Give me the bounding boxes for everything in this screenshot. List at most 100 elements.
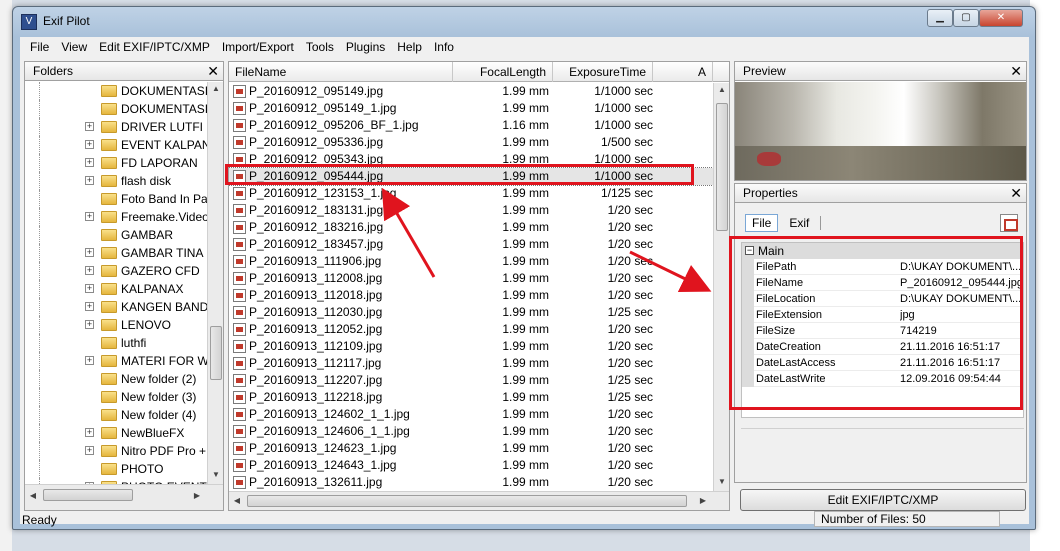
files-scroll-right-icon[interactable]: ▶	[695, 496, 711, 505]
property-row[interactable]: FileName P_20160912_095444.jpg	[742, 275, 1023, 291]
expand-icon[interactable]: +	[85, 356, 94, 365]
folder-item[interactable]: PHOTO	[25, 460, 207, 478]
menu-import-export[interactable]: Import/Export	[216, 37, 300, 57]
file-row[interactable]: P_20160913_112030.jpg 1.99 mm 1/25 sec	[229, 304, 713, 321]
close-window-button[interactable]: ✕	[979, 9, 1023, 27]
file-row[interactable]: P_20160913_112218.jpg 1.99 mm 1/25 sec	[229, 389, 713, 406]
folder-item[interactable]: Foto Band In Pa	[25, 190, 207, 208]
folder-item[interactable]: + EVENT KALPAN	[25, 136, 207, 154]
properties-close-icon[interactable]: ✕	[1010, 184, 1022, 202]
file-row[interactable]: P_20160913_112008.jpg 1.99 mm 1/20 sec	[229, 270, 713, 287]
file-row[interactable]: P_20160913_112117.jpg 1.99 mm 1/20 sec	[229, 355, 713, 372]
menu-plugins[interactable]: Plugins	[340, 37, 391, 57]
file-row[interactable]: P_20160913_124643_1.jpg 1.99 mm 1/20 sec	[229, 457, 713, 474]
expand-icon[interactable]: +	[85, 302, 94, 311]
file-row[interactable]: P_20160912_095343.jpg 1.99 mm 1/1000 sec	[229, 151, 713, 168]
collapse-icon[interactable]: −	[745, 246, 754, 255]
scroll-down-arrow-icon[interactable]: ▼	[208, 470, 224, 479]
folder-item[interactable]: GAMBAR	[25, 226, 207, 244]
files-scroll-up-icon[interactable]: ▲	[714, 85, 729, 94]
menu-info[interactable]: Info	[428, 37, 460, 57]
folders-scroll-thumb[interactable]	[210, 326, 222, 380]
folder-item[interactable]: + NewBlueFX	[25, 424, 207, 442]
folders-horizontal-scrollbar[interactable]: ◀ ▶	[25, 484, 223, 510]
file-row[interactable]: P_20160912_095149_1.jpg 1.99 mm 1/1000 sec	[229, 100, 713, 117]
expand-icon[interactable]: +	[85, 140, 94, 149]
files-scroll-down-icon[interactable]: ▼	[714, 477, 729, 486]
title-bar[interactable]: V Exif Pilot ▁ ▢ ✕	[13, 7, 1035, 37]
file-row[interactable]: P_20160913_124602_1_1.jpg 1.99 mm 1/20 sec	[229, 406, 713, 423]
files-scroll-thumb[interactable]	[716, 103, 728, 231]
column-exposure-time[interactable]: ExposureTime	[553, 62, 653, 82]
folder-item[interactable]: luthfi	[25, 334, 207, 352]
maximize-button[interactable]: ▢	[953, 9, 979, 27]
expand-icon[interactable]: +	[85, 158, 94, 167]
file-row[interactable]: P_20160912_123153_1.jpg 1.99 mm 1/125 sec	[229, 185, 713, 202]
files-vertical-scrollbar[interactable]: ▲ ▼	[713, 83, 729, 491]
file-row[interactable]: P_20160913_111906.jpg 1.99 mm 1/20 sec	[229, 253, 713, 270]
folder-item[interactable]: + flash disk	[25, 172, 207, 190]
expand-icon[interactable]: +	[85, 284, 94, 293]
folder-item[interactable]: + KANGEN BAND	[25, 298, 207, 316]
folder-item[interactable]: DOKUMENTASI	[25, 100, 207, 118]
folder-item[interactable]: + KALPANAX	[25, 280, 207, 298]
expand-icon[interactable]: +	[85, 122, 94, 131]
menu-view[interactable]: View	[55, 37, 93, 57]
column-focal-length[interactable]: FocalLength	[453, 62, 553, 82]
file-row[interactable]: P_20160913_112109.jpg 1.99 mm 1/20 sec	[229, 338, 713, 355]
file-row-selected[interactable]: P_20160912_095444.jpg 1.99 mm 1/1000 sec	[229, 167, 713, 186]
expand-icon[interactable]: +	[85, 248, 94, 257]
property-row[interactable]: DateCreation 21.11.2016 16:51:17	[742, 339, 1023, 355]
expand-icon[interactable]: +	[85, 320, 94, 329]
property-group-main[interactable]: − Main	[742, 243, 1023, 259]
folder-item[interactable]: + GAMBAR TINA	[25, 244, 207, 262]
folders-vertical-scrollbar[interactable]: ▲ ▼	[207, 82, 223, 484]
file-row[interactable]: P_20160913_124606_1_1.jpg 1.99 mm 1/20 sec	[229, 423, 713, 440]
folder-item[interactable]: + LENOVO	[25, 316, 207, 334]
scroll-left-arrow-icon[interactable]: ◀	[25, 491, 41, 500]
file-row[interactable]: P_20160913_112018.jpg 1.99 mm 1/20 sec	[229, 287, 713, 304]
file-row[interactable]: P_20160913_112052.jpg 1.99 mm 1/20 sec	[229, 321, 713, 338]
menu-edit-exif[interactable]: Edit EXIF/IPTC/XMP	[93, 37, 216, 57]
folder-item[interactable]: New folder (2)	[25, 370, 207, 388]
tab-exif[interactable]: Exif	[782, 214, 816, 232]
property-row[interactable]: DateLastAccess 21.11.2016 16:51:17	[742, 355, 1023, 371]
property-row[interactable]: DateLastWrite 12.09.2016 09:54:44	[742, 371, 1023, 387]
file-row[interactable]: P_20160912_183457.jpg 1.99 mm 1/20 sec	[229, 236, 713, 253]
files-scroll-left-icon[interactable]: ◀	[229, 496, 245, 505]
folder-item[interactable]: New folder (3)	[25, 388, 207, 406]
folders-hscroll-thumb[interactable]	[43, 489, 133, 501]
column-more[interactable]: A	[653, 62, 713, 82]
menu-help[interactable]: Help	[391, 37, 428, 57]
folder-item[interactable]: New folder (4)	[25, 406, 207, 424]
scroll-up-arrow-icon[interactable]: ▲	[208, 84, 224, 93]
file-row[interactable]: P_20160912_095336.jpg 1.99 mm 1/500 sec	[229, 134, 713, 151]
expand-icon[interactable]: +	[85, 176, 94, 185]
file-row[interactable]: P_20160912_095206_BF_1.jpg 1.16 mm 1/1000 …	[229, 117, 713, 134]
file-row[interactable]: P_20160912_095149.jpg 1.99 mm 1/1000 sec	[229, 83, 713, 100]
edit-exif-iptc-xmp-button[interactable]: Edit EXIF/IPTC/XMP	[740, 489, 1026, 511]
preview-close-icon[interactable]: ✕	[1010, 62, 1022, 80]
property-row[interactable]: FileExtension jpg	[742, 307, 1023, 323]
folder-item[interactable]: DOKUMENTASI	[25, 82, 207, 100]
property-row[interactable]: FileLocation D:\UKAY DOKUMENT\...	[742, 291, 1023, 307]
files-hscroll-thumb[interactable]	[247, 495, 687, 507]
file-row[interactable]: P_20160912_183216.jpg 1.99 mm 1/20 sec	[229, 219, 713, 236]
file-row[interactable]: P_20160913_112207.jpg 1.99 mm 1/25 sec	[229, 372, 713, 389]
property-row[interactable]: FilePath D:\UKAY DOKUMENT\...	[742, 259, 1023, 275]
file-row[interactable]: P_20160912_183131.jpg 1.99 mm 1/20 sec	[229, 202, 713, 219]
scroll-right-arrow-icon[interactable]: ▶	[189, 491, 205, 500]
file-row[interactable]: P_20160913_132611.jpg 1.99 mm 1/20 sec	[229, 474, 713, 491]
expand-icon[interactable]: +	[85, 212, 94, 221]
property-row[interactable]: FileSize 714219	[742, 323, 1023, 339]
expand-icon[interactable]: +	[85, 266, 94, 275]
folder-item[interactable]: + MATERI FOR W	[25, 352, 207, 370]
folder-item[interactable]: + GAZERO CFD	[25, 262, 207, 280]
file-row[interactable]: P_20160913_124623_1.jpg 1.99 mm 1/20 sec	[229, 440, 713, 457]
expand-icon[interactable]: +	[85, 428, 94, 437]
expand-icon[interactable]: +	[85, 446, 94, 455]
folder-item[interactable]: + Freemake.Video	[25, 208, 207, 226]
folder-item[interactable]: + Nitro PDF Pro +	[25, 442, 207, 460]
folders-close-icon[interactable]: ✕	[207, 62, 219, 80]
menu-tools[interactable]: Tools	[300, 37, 340, 57]
